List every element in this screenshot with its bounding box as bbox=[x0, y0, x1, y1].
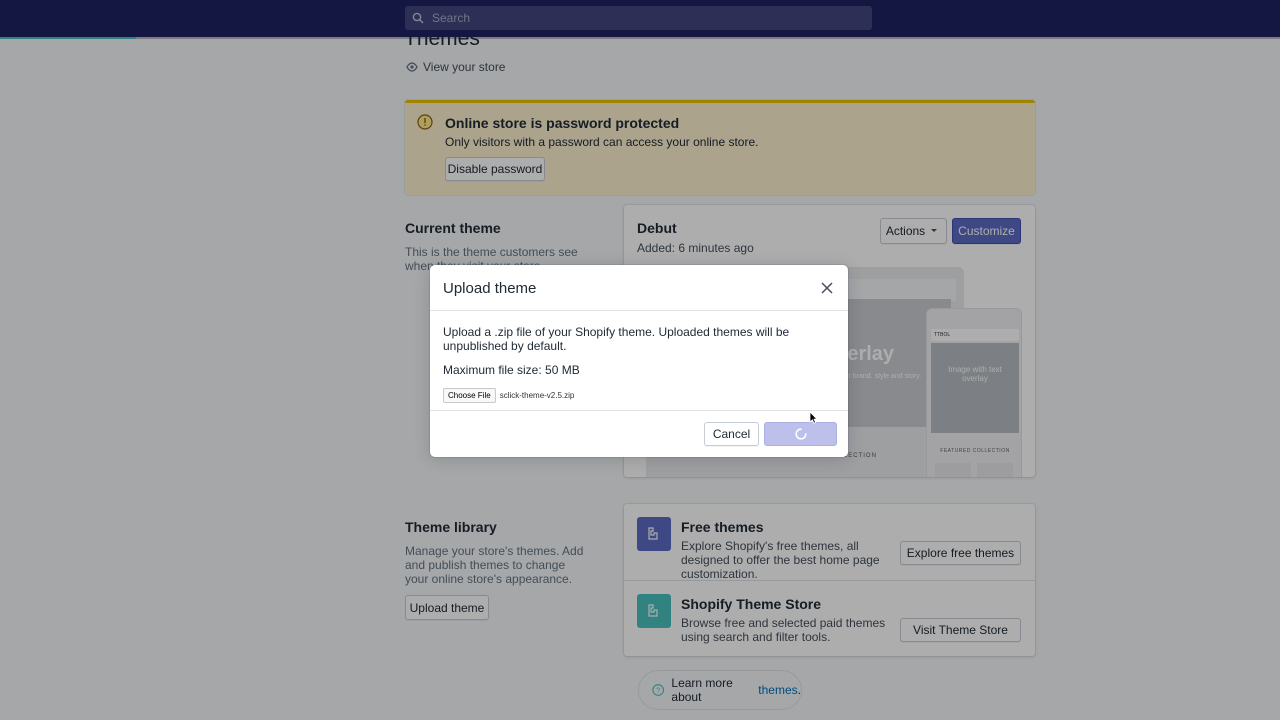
spinner-icon bbox=[794, 428, 807, 440]
upload-submit-button[interactable] bbox=[764, 422, 837, 446]
max-file-size: Maximum file size: 50 MB bbox=[443, 363, 580, 377]
upload-theme-modal: Upload theme Upload a .zip file of your … bbox=[430, 265, 848, 457]
modal-header: Upload theme bbox=[430, 265, 848, 311]
close-icon bbox=[821, 282, 833, 294]
file-input: Choose File sclick-theme-v2.5.zip bbox=[443, 388, 574, 403]
close-button[interactable] bbox=[819, 280, 835, 296]
modal-body: Upload a .zip file of your Shopify theme… bbox=[443, 325, 835, 377]
modal-title: Upload theme bbox=[443, 280, 537, 297]
modal-description: Upload a .zip file of your Shopify theme… bbox=[443, 325, 790, 353]
mouse-cursor-icon bbox=[809, 411, 818, 424]
modal-footer: Cancel bbox=[430, 410, 848, 457]
choose-file-button[interactable]: Choose File bbox=[443, 388, 496, 403]
selected-file-name: sclick-theme-v2.5.zip bbox=[499, 391, 575, 400]
cancel-button[interactable]: Cancel bbox=[704, 422, 759, 446]
